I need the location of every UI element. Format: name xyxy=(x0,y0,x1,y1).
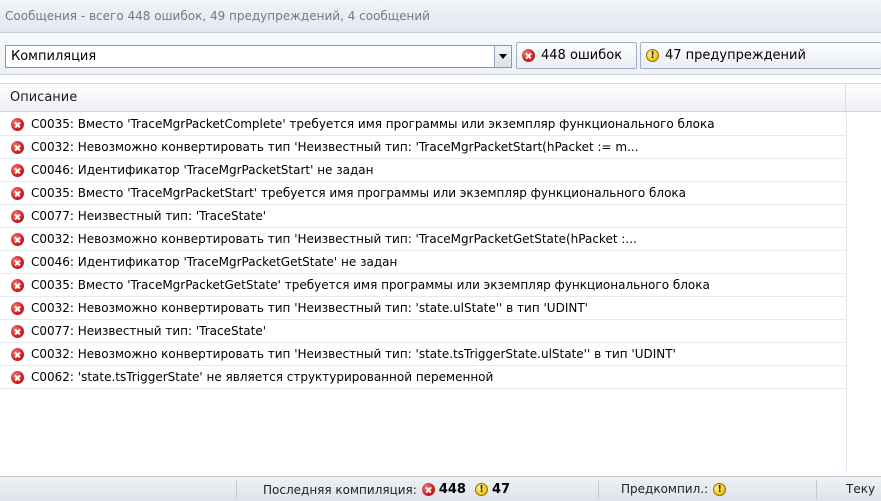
error-icon xyxy=(11,140,24,154)
errors-filter-button[interactable]: 448 ошибок xyxy=(516,42,637,69)
error-icon xyxy=(11,370,24,384)
status-warning-count: 47 xyxy=(491,482,511,497)
status-separator xyxy=(598,480,599,499)
message-row[interactable]: C0035: Вместо 'TraceMgrPacketGetState' т… xyxy=(0,274,846,297)
message-text: C0077: Неизвестный тип: 'TraceState' xyxy=(31,209,267,223)
message-row[interactable]: C0035: Вместо 'TraceMgrPacketComplete' т… xyxy=(0,113,846,136)
precompile-status: Предкомпил.: xyxy=(621,482,727,496)
message-row[interactable]: C0077: Неизвестный тип: 'TraceState' xyxy=(0,320,846,343)
error-icon xyxy=(11,117,24,131)
messages-panel-title: Сообщения - всего 448 ошибок, 49 предупр… xyxy=(0,0,881,33)
message-row[interactable]: C0032: Невозможно конвертировать тип 'Не… xyxy=(0,228,846,251)
errors-filter-label: 448 ошибок xyxy=(541,48,623,63)
status-separator xyxy=(816,480,817,499)
message-text: C0035: Вместо 'TraceMgrPacketGetState' т… xyxy=(31,278,710,292)
warnings-filter-label: 47 предупреждений xyxy=(665,48,806,63)
error-icon xyxy=(11,255,24,269)
dropdown-arrow-button[interactable] xyxy=(494,46,511,67)
error-icon xyxy=(11,278,24,292)
messages-list: C0035: Вместо 'TraceMgrPacketComplete' т… xyxy=(0,113,846,471)
category-dropdown[interactable]: Компиляция xyxy=(5,45,512,68)
error-icon xyxy=(421,483,435,496)
chevron-down-icon xyxy=(499,54,507,59)
message-text: C0032: Невозможно конвертировать тип 'Не… xyxy=(31,232,637,246)
message-row[interactable]: C0046: Идентификатор 'TraceMgrPacketGetS… xyxy=(0,251,846,274)
precompile-label: Предкомпил.: xyxy=(621,482,709,496)
warning-icon xyxy=(474,483,488,496)
column-header-description[interactable]: Описание xyxy=(0,83,846,112)
message-row[interactable]: C0032: Невозможно конвертировать тип 'Не… xyxy=(0,343,846,366)
message-text: C0046: Идентификатор 'TraceMgrPacketStar… xyxy=(31,163,374,177)
message-text: C0046: Идентификатор 'TraceMgrPacketGetS… xyxy=(31,255,398,269)
status-error-count: 448 xyxy=(438,482,466,497)
column-header-extra[interactable] xyxy=(846,83,881,112)
message-row[interactable]: C0032: Невозможно конвертировать тип 'Не… xyxy=(0,136,846,159)
error-icon xyxy=(11,209,24,223)
status-separator xyxy=(236,480,237,499)
message-text: C0035: Вместо 'TraceMgrPacketComplete' т… xyxy=(31,117,715,131)
message-text: C0032: Невозможно конвертировать тип 'Не… xyxy=(31,301,588,315)
status-bar: Последняя компиляция: 448 47 Предкомпил.… xyxy=(0,476,881,501)
error-icon xyxy=(522,49,535,62)
last-compile-label: Последняя компиляция: xyxy=(263,482,417,497)
warnings-filter-button[interactable]: 47 предупреждений xyxy=(640,42,881,69)
message-row[interactable]: C0046: Идентификатор 'TraceMgrPacketStar… xyxy=(0,159,846,182)
error-icon xyxy=(11,301,24,315)
message-text: C0032: Невозможно конвертировать тип 'Не… xyxy=(31,140,639,154)
messages-toolbar: Компиляция 448 ошибок 47 предупреждений xyxy=(0,33,881,75)
message-text: C0077: Неизвестный тип: 'TraceState' xyxy=(31,324,267,338)
column-divider xyxy=(846,113,847,471)
message-row[interactable]: C0035: Вместо 'TraceMgrPacketStart' треб… xyxy=(0,182,846,205)
error-icon xyxy=(11,186,24,200)
error-icon xyxy=(11,232,24,246)
message-row[interactable]: C0032: Невозможно конвертировать тип 'Не… xyxy=(0,297,846,320)
message-text: C0035: Вместо 'TraceMgrPacketStart' треб… xyxy=(31,186,687,200)
message-text: C0062: 'state.tsTriggerState' не являетс… xyxy=(31,370,494,384)
current-status: Теку xyxy=(846,482,880,496)
warning-icon xyxy=(646,49,659,62)
category-dropdown-value: Компиляция xyxy=(11,49,97,64)
message-row[interactable]: C0062: 'state.tsTriggerState' не являетс… xyxy=(0,366,846,389)
error-icon xyxy=(11,324,24,338)
message-text: C0032: Невозможно конвертировать тип 'Не… xyxy=(31,347,676,361)
error-icon xyxy=(11,163,24,177)
message-row[interactable]: C0077: Неизвестный тип: 'TraceState' xyxy=(0,205,846,228)
warning-icon xyxy=(713,482,727,496)
current-status-label: Теку xyxy=(846,482,876,496)
error-icon xyxy=(11,347,24,361)
last-compile-status: Последняя компиляция: 448 47 xyxy=(263,482,510,497)
